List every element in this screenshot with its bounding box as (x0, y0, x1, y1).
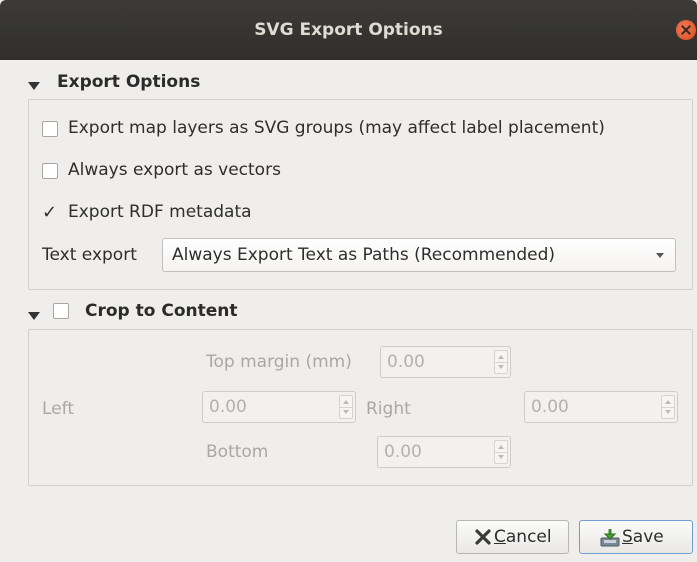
left-margin-value: 0.00 (209, 397, 247, 417)
always-export-vectors-label[interactable]: Always export as vectors (68, 160, 281, 180)
save-icon (600, 528, 620, 553)
left-margin-spinbox[interactable]: 0.00 (202, 391, 356, 423)
right-margin-spinbox[interactable]: 0.00 (524, 391, 678, 423)
save-label: Save (622, 527, 664, 547)
cancel-label: Cancel (494, 527, 552, 547)
export-options-title[interactable]: Export Options (57, 72, 200, 92)
export-layers-svg-groups-label[interactable]: Export map layers as SVG groups (may aff… (68, 118, 605, 138)
spin-buttons[interactable] (339, 395, 353, 419)
spin-buttons[interactable] (494, 350, 508, 374)
collapse-arrow-icon[interactable] (28, 82, 40, 90)
collapse-arrow-icon[interactable] (28, 312, 40, 320)
cancel-button[interactable]: Cancel (456, 520, 569, 554)
spin-buttons[interactable] (494, 440, 508, 464)
close-icon[interactable] (676, 20, 696, 40)
title-bar: SVG Export Options (0, 0, 697, 60)
left-margin-label: Left (42, 399, 74, 419)
text-export-value: Always Export Text as Paths (Recommended… (172, 245, 556, 265)
export-rdf-metadata-checkbox[interactable]: ✓ (42, 204, 57, 222)
crop-to-content-title[interactable]: Crop to Content (85, 301, 238, 321)
always-export-vectors-checkbox[interactable] (42, 163, 58, 179)
chevron-down-icon (656, 253, 664, 258)
top-margin-spinbox[interactable]: 0.00 (380, 346, 511, 378)
text-export-combobox[interactable]: Always Export Text as Paths (Recommended… (162, 238, 676, 272)
cancel-icon (474, 528, 492, 551)
window-title: SVG Export Options (254, 20, 443, 40)
bottom-margin-spinbox[interactable]: 0.00 (377, 436, 511, 468)
crop-to-content-checkbox[interactable] (53, 303, 69, 319)
bottom-margin-label: Bottom (206, 442, 269, 462)
right-margin-label: Right (366, 399, 411, 419)
bottom-margin-value: 0.00 (384, 442, 422, 462)
top-margin-label: Top margin (mm) (206, 352, 352, 372)
top-margin-value: 0.00 (387, 352, 425, 372)
text-export-label: Text export (42, 245, 137, 265)
save-button[interactable]: Save (579, 520, 693, 554)
export-rdf-metadata-label[interactable]: Export RDF metadata (68, 202, 252, 222)
right-margin-value: 0.00 (531, 397, 569, 417)
export-layers-svg-groups-checkbox[interactable] (42, 121, 58, 137)
spin-buttons[interactable] (661, 395, 675, 419)
